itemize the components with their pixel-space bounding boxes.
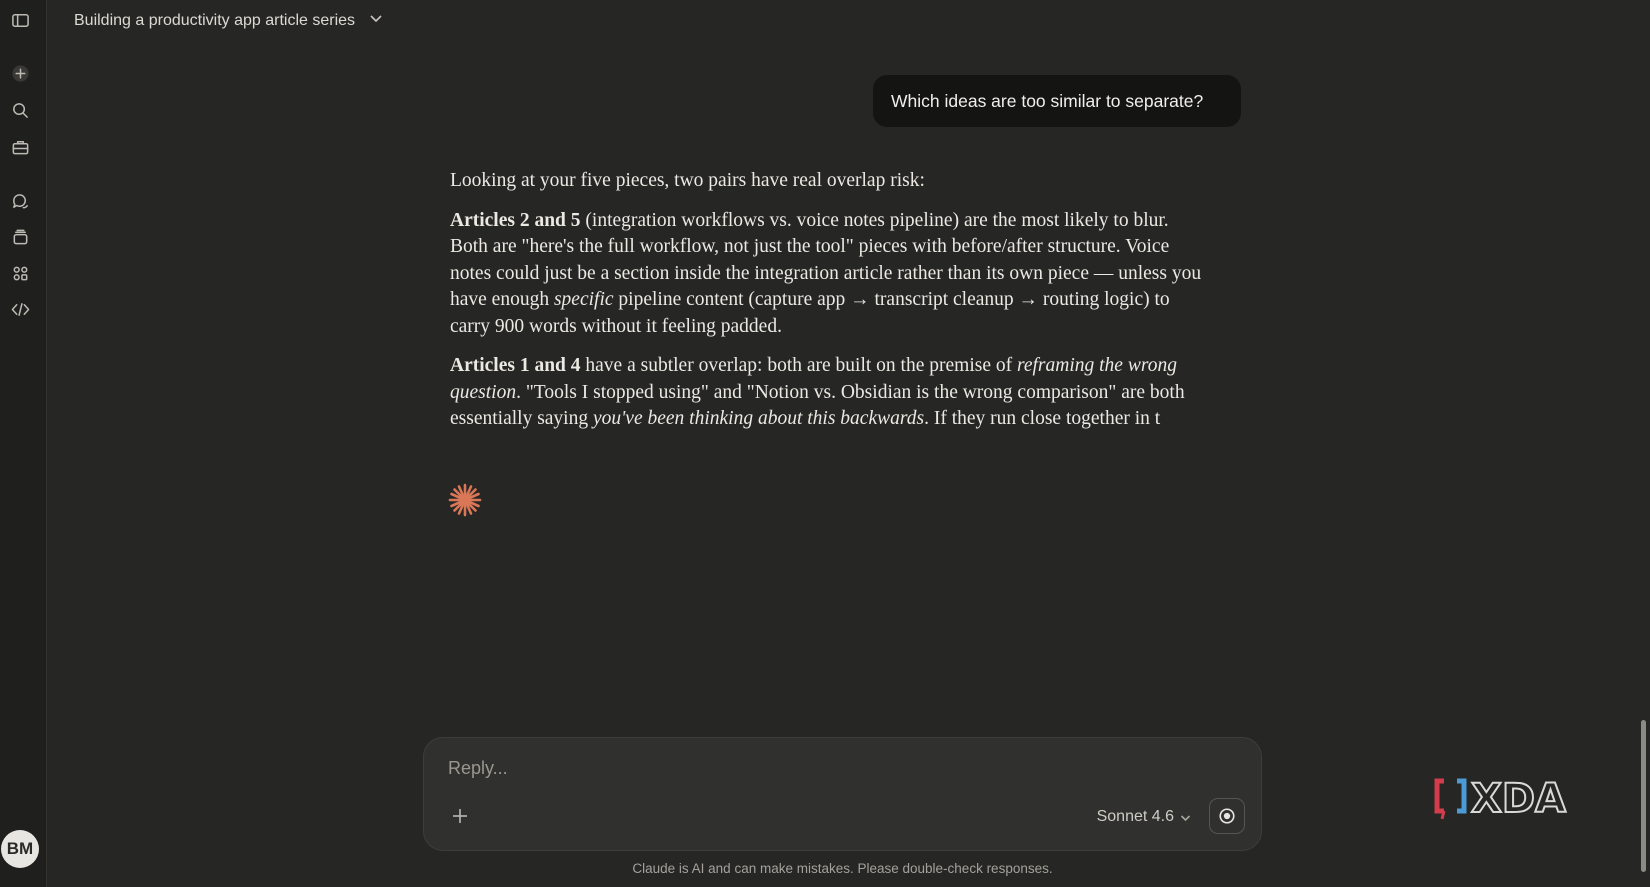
chat-bubbles-icon: [12, 193, 28, 208]
user-message: Which ideas are too similar to separate?: [873, 75, 1241, 127]
search-button[interactable]: [7, 97, 33, 123]
assistant-bold-text: Articles 2 and 5: [450, 209, 581, 231]
chats-button[interactable]: [7, 188, 33, 214]
plus-icon: [11, 64, 29, 82]
chevron-down-icon: [369, 11, 383, 30]
assistant-italic-text: you've been thinking about this backward…: [592, 408, 925, 429]
voice-mode-button[interactable]: [1209, 798, 1245, 834]
code-button[interactable]: [7, 296, 33, 322]
assistant-text: Looking at your five pieces, two pairs h…: [450, 170, 925, 191]
assistant-text: . If they run close together in t: [924, 408, 1161, 429]
assistant-bold-text: Articles 1 and 4: [450, 355, 581, 376]
artifacts-button[interactable]: [7, 224, 33, 250]
model-label: Sonnet 4.6: [1096, 808, 1174, 825]
assistant-text: have a subtler overlap: both are built o…: [580, 355, 1017, 376]
apps-button[interactable]: [7, 260, 33, 286]
chat-title: Building a productivity app article seri…: [74, 11, 356, 29]
sidebar-toggle-icon: [11, 13, 29, 27]
projects-button[interactable]: [7, 134, 33, 160]
plus-icon: [453, 809, 467, 823]
apps-grid-icon: [13, 266, 27, 280]
avatar-initials: BM: [6, 839, 34, 858]
assistant-italic-text: specific: [553, 289, 614, 310]
disclaimer: Claude is AI and can make mistakes. Plea…: [632, 861, 1053, 876]
new-chat-button[interactable]: [7, 60, 33, 86]
assistant-message: Looking at your five pieces, two pairs h…: [450, 168, 1210, 446]
model-selector[interactable]: Sonnet 4.6: [1097, 804, 1191, 830]
code-icon: [11, 302, 29, 316]
user-message-text: Which ideas are too similar to separate?: [891, 90, 1204, 111]
voice-record-icon: [1219, 808, 1235, 824]
chevron-down-icon: [1180, 814, 1191, 821]
search-icon: [12, 102, 28, 118]
assistant-paragraph-1: Looking at your five pieces, two pairs h…: [450, 168, 1210, 195]
assistant-paragraph-3: Articles 1 and 4 have a subtler overlap:…: [450, 353, 1210, 433]
chat-title-menu[interactable]: Building a productivity app article seri…: [66, 7, 391, 34]
scrollbar[interactable]: [1640, 0, 1650, 887]
xda-watermark-logo: XDA: [1434, 775, 1567, 821]
sidebar-toggle-button[interactable]: [7, 7, 33, 33]
composer: Sonnet 4.6: [423, 737, 1262, 851]
scrollbar-thumb[interactable]: [1641, 720, 1646, 872]
attach-button[interactable]: [448, 804, 472, 828]
claude-spark-icon: [448, 483, 482, 517]
assistant-paragraph-2: Articles 2 and 5 (integration workflows …: [450, 208, 1210, 341]
svg-text:XDA: XDA: [1471, 776, 1566, 821]
avatar[interactable]: BM: [1, 830, 39, 868]
briefcase-icon: [12, 140, 28, 154]
sidebar: BM: [0, 0, 47, 887]
reply-input[interactable]: [446, 752, 1240, 784]
stack-icon: [13, 229, 27, 244]
